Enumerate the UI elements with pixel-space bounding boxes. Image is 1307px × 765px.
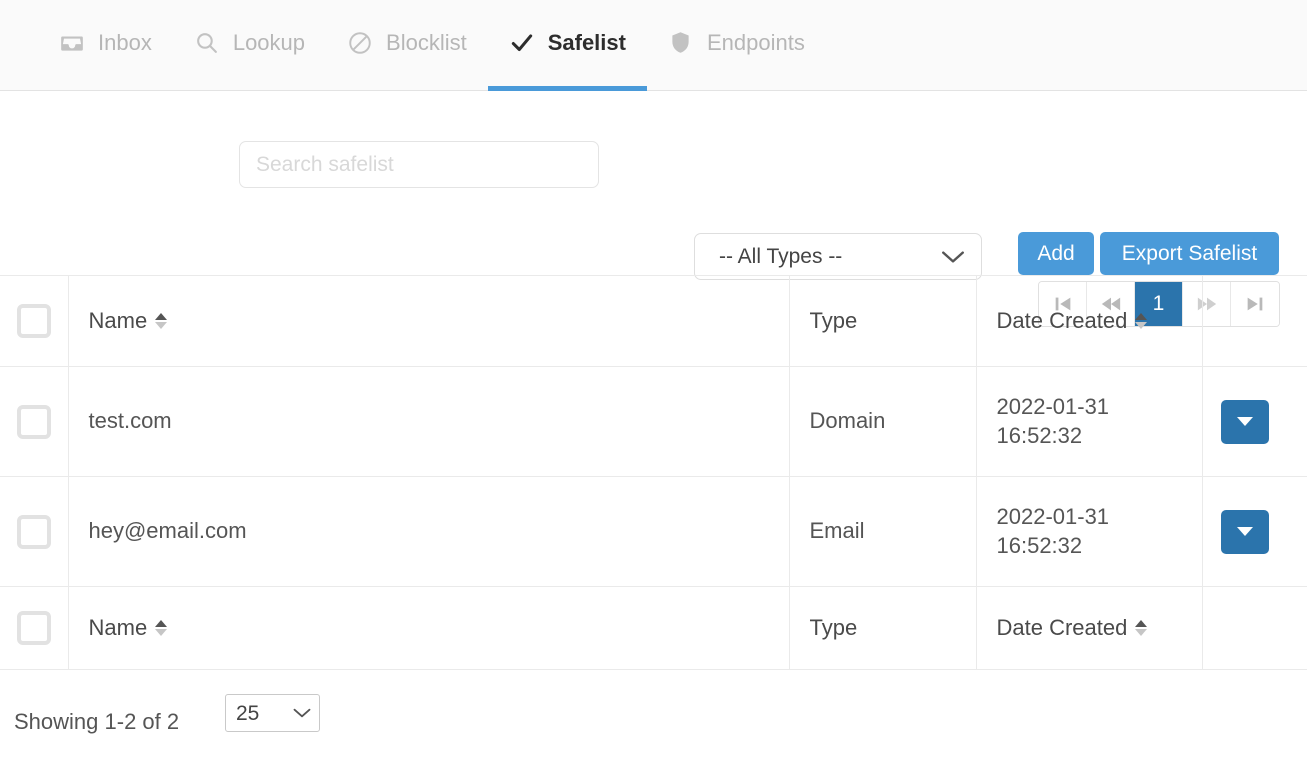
ban-icon (347, 30, 373, 56)
type-filter-wrap: -- All Types -- (694, 233, 982, 280)
table-row: hey@email.com Email 2022-01-31 16:52:32 (0, 476, 1307, 587)
select-all-checkbox[interactable] (16, 304, 51, 338)
row-actions-cell (1202, 476, 1307, 587)
tab-list: Inbox Lookup Blocklist Safelist Endpoint… (0, 0, 1307, 91)
header-name[interactable]: Name (68, 275, 790, 367)
footer-date-created[interactable]: Date Created (976, 586, 1203, 670)
row-actions-dropdown-button[interactable] (1220, 509, 1269, 554)
header-type[interactable]: Type (789, 275, 977, 367)
sort-icon[interactable] (155, 313, 168, 329)
showing-count-label: Showing 1-2 of 2 (14, 709, 180, 734)
table-header-row: Name Type Date Created (0, 275, 1307, 367)
tab-inbox-label: Inbox (98, 29, 152, 55)
row-type-value: Domain (809, 408, 886, 434)
inbox-icon (59, 30, 85, 56)
sort-icon[interactable] (1135, 313, 1148, 329)
header-type-label: Type (809, 308, 858, 333)
footer-select-all-checkbox[interactable] (16, 611, 51, 645)
tab-blocklist-label: Blocklist (386, 29, 467, 55)
header-actions (1202, 275, 1307, 367)
tab-blocklist[interactable]: Blocklist (326, 0, 488, 91)
sort-ascending-icon (1135, 313, 1148, 320)
safelist-page: Inbox Lookup Blocklist Safelist Endpoint… (0, 0, 1307, 765)
row-date-cell: 2022-01-31 16:52:32 (976, 476, 1203, 587)
footer-date-created-label: Date Created (996, 615, 1128, 640)
row-date-value: 2022-01-31 16:52:32 (996, 394, 1110, 448)
table-row: test.com Domain 2022-01-31 16:52:32 (0, 366, 1307, 477)
page-size-select[interactable]: 25 (225, 694, 320, 732)
sort-descending-icon (1135, 629, 1148, 636)
table-footer-row: Name Type Date Created (0, 586, 1307, 670)
tab-safelist[interactable]: Safelist (487, 0, 647, 91)
safelist-table-wrap: Name Type Date Created test.com Domain 2… (0, 275, 1307, 670)
header-name-label: Name (88, 308, 148, 333)
sort-icon[interactable] (155, 620, 168, 636)
type-filter-select[interactable]: -- All Types -- (694, 233, 982, 280)
row-date-cell: 2022-01-31 16:52:32 (976, 366, 1203, 477)
select-all-cell (0, 275, 69, 367)
row-name-cell: hey@email.com (68, 476, 790, 587)
add-button[interactable]: Add (1018, 232, 1094, 275)
footer-name-label: Name (88, 615, 148, 640)
tab-endpoints-label: Endpoints (706, 29, 805, 55)
table-foot: Name Type Date Created (0, 586, 1307, 670)
row-name-value: test.com (88, 408, 172, 434)
safelist-table: Name Type Date Created test.com Domain 2… (0, 275, 1307, 670)
sort-icon[interactable] (1135, 620, 1148, 636)
shield-icon (668, 30, 694, 56)
row-actions-cell (1202, 366, 1307, 477)
row-date-value: 2022-01-31 16:52:32 (996, 504, 1110, 558)
page-size-wrap: 25 (225, 694, 320, 732)
sort-ascending-icon (155, 620, 168, 627)
row-name-cell: test.com (68, 366, 790, 477)
sort-descending-icon (155, 322, 168, 329)
footer-select-all-cell (0, 586, 69, 670)
sort-descending-icon (1135, 322, 1148, 329)
main-tab-bar: Inbox Lookup Blocklist Safelist Endpoint… (0, 0, 1307, 91)
header-date-created[interactable]: Date Created (976, 275, 1203, 367)
check-icon (509, 30, 535, 56)
tab-safelist-label: Safelist (547, 29, 626, 55)
footer-type[interactable]: Type (789, 586, 977, 670)
sort-ascending-icon (155, 313, 168, 320)
footer-type-label: Type (809, 615, 858, 640)
row-checkbox[interactable] (16, 404, 51, 439)
table-toolbar: -- All Types -- Add Export Safelist 1 (0, 91, 1307, 327)
row-type-cell: Email (789, 476, 977, 587)
header-date-created-label: Date Created (996, 308, 1128, 333)
row-name-value: hey@email.com (88, 518, 247, 544)
footer-name[interactable]: Name (68, 586, 790, 670)
export-safelist-button[interactable]: Export Safelist (1100, 232, 1279, 275)
row-actions-dropdown-button[interactable] (1220, 399, 1269, 444)
tab-inbox[interactable]: Inbox (38, 0, 173, 91)
tab-endpoints[interactable]: Endpoints (647, 0, 826, 91)
search-icon (194, 30, 220, 56)
table-footer-bar: Showing 1-2 of 2 25 1 (0, 690, 1307, 765)
row-select-cell (0, 366, 69, 477)
footer-actions (1202, 586, 1307, 670)
table-body: test.com Domain 2022-01-31 16:52:32 hey@… (0, 366, 1307, 587)
row-type-value: Email (809, 518, 865, 544)
row-select-cell (0, 476, 69, 587)
sort-ascending-icon (1135, 620, 1148, 627)
row-checkbox[interactable] (16, 514, 51, 549)
table-head: Name Type Date Created (0, 275, 1307, 367)
caret-down-icon (1236, 527, 1253, 536)
sort-descending-icon (155, 629, 168, 636)
tab-lookup[interactable]: Lookup (173, 0, 326, 91)
search-input[interactable] (239, 141, 599, 188)
row-type-cell: Domain (789, 366, 977, 477)
tab-lookup-label: Lookup (232, 29, 306, 55)
caret-down-icon (1236, 417, 1253, 426)
